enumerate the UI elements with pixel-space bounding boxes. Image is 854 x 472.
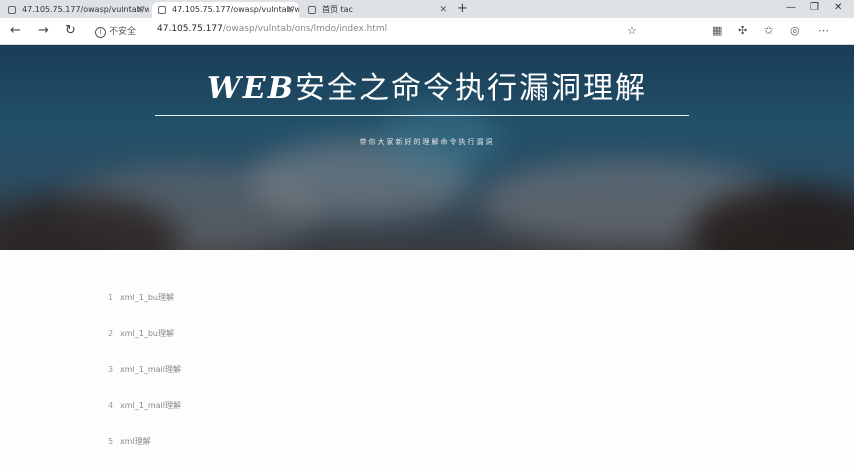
tab-favicon-icon [8, 6, 16, 14]
title-divider [155, 115, 689, 116]
browser-toolbar: ← → ↻ i 不安全 47.105.75.177/owasp/vulntab/o… [0, 18, 854, 45]
close-tab-icon[interactable]: ✕ [286, 2, 294, 18]
tab-3[interactable]: 首页 tac ✕ [302, 2, 452, 18]
url-path: /owasp/vulntab/ons/lmdo/index.html [222, 24, 388, 34]
collections-icon[interactable]: ✣ [738, 24, 747, 38]
title-text: 安全之命令执行漏洞理解 [294, 71, 647, 106]
favorites-icon[interactable]: ✩ [764, 24, 773, 38]
title-brand: WEB [207, 71, 295, 106]
bookmark-star-icon[interactable]: ☆ [627, 24, 637, 38]
list-item[interactable]: 5 xml理解 [108, 436, 181, 472]
tab-favicon-icon [158, 6, 166, 14]
reload-icon[interactable]: ↻ [65, 22, 76, 40]
security-indicator[interactable]: i 不安全 [95, 24, 136, 38]
article-list: 1 xml_1_bu理解 2 xml_1_bu理解 3 xml_1_mail理解 4x… [108, 292, 181, 472]
maximize-button[interactable]: ❐ [810, 0, 819, 16]
minimize-button[interactable]: — [786, 0, 796, 16]
security-label: 不安全 [109, 27, 137, 37]
hero-banner: WEB安全之命令执行漏洞理解 带你大家新好的理解命令执行漏洞 [0, 45, 854, 250]
url-host: 47.105.75.177 [157, 24, 223, 34]
more-menu-icon[interactable]: ⋯ [818, 24, 829, 38]
back-arrow-icon[interactable]: ← [10, 22, 21, 40]
new-tab-button[interactable]: + [457, 1, 468, 17]
page-subtitle: 带你大家新好的理解命令执行漏洞 [359, 138, 495, 146]
list-item[interactable]: 2 xml_1_bu理解 [108, 328, 181, 364]
profile-icon[interactable]: ◎ [790, 24, 800, 38]
info-icon: i [95, 27, 106, 38]
list-item[interactable]: 3 xml_1_mail理解 [108, 364, 181, 400]
extension-icon[interactable]: ▦ [712, 24, 722, 38]
tab-strip: 47.105.75.177/owasp/vulntab/w ✕ 47.105.7… [0, 0, 854, 18]
list-item[interactable]: 4 xml_1_mail理解 [108, 400, 181, 436]
close-tab-icon[interactable]: ✕ [439, 2, 447, 18]
tab-title: 47.105.75.177/owasp/vulntab/w [172, 5, 299, 14]
tab-2[interactable]: 47.105.75.177/owasp/vulntab/w ✕ [152, 2, 299, 18]
address-bar[interactable]: 47.105.75.177/owasp/vulntab/ons/lmdo/ind… [157, 24, 387, 34]
tab-1[interactable]: 47.105.75.177/owasp/vulntab/w ✕ [2, 2, 149, 18]
close-tab-icon[interactable]: ✕ [136, 2, 144, 18]
close-window-button[interactable]: ✕ [834, 0, 842, 16]
list-item[interactable]: 1 xml_1_bu理解 [108, 292, 181, 328]
tab-title: 首页 tac [322, 5, 353, 14]
forward-arrow-icon[interactable]: → [38, 22, 49, 40]
page-title: WEB安全之命令执行漏洞理解 [0, 63, 854, 107]
tab-title: 47.105.75.177/owasp/vulntab/w [22, 5, 149, 14]
tab-favicon-icon [308, 6, 316, 14]
